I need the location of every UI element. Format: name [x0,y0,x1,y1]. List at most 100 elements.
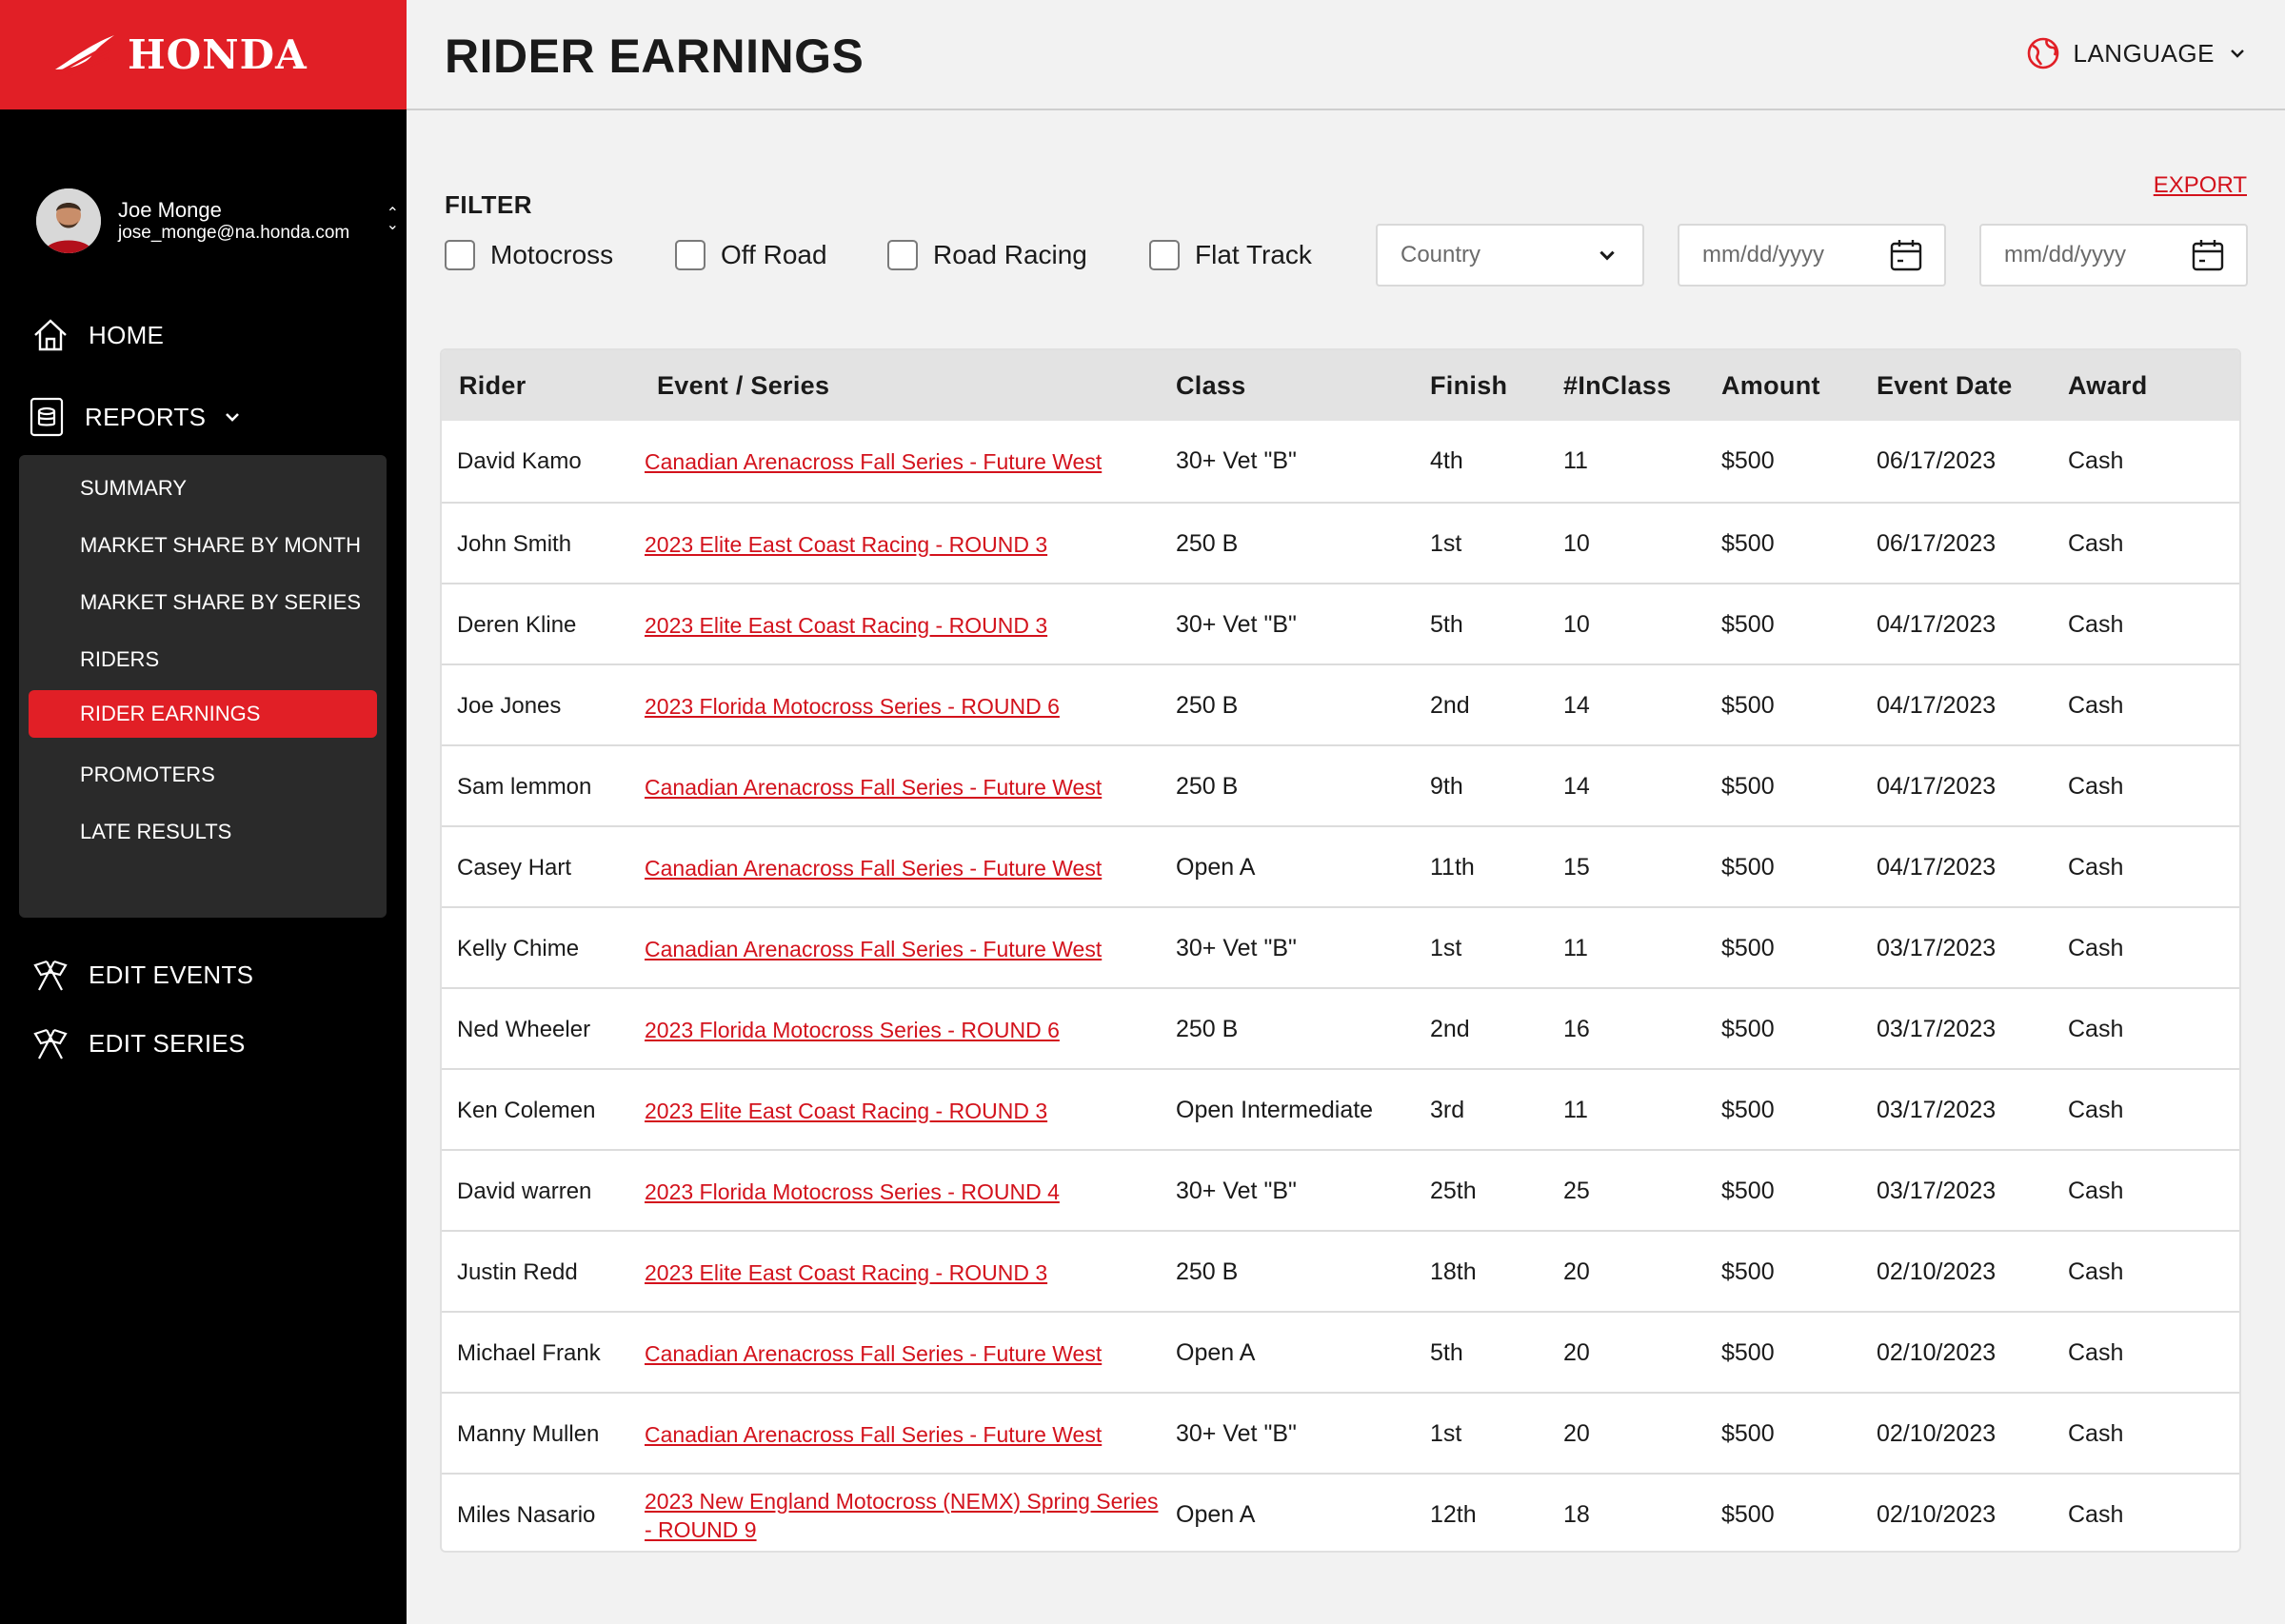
inclass-cell: 11 [1563,447,1588,474]
checkbox-label: Off Road [721,240,827,269]
event-series-link[interactable]: Canadian Arenacross Fall Series - Future… [645,773,1102,802]
table-row[interactable]: Joe Jones 2023 Florida Motocross Series -… [442,663,2239,744]
nav-edit-events[interactable]: EDIT EVENTS [0,946,407,1003]
event-series-link[interactable]: 2023 New England Motocross (NEMX) Spring… [645,1487,1159,1544]
event-series-link[interactable]: 2023 Elite East Coast Racing - ROUND 3 [645,611,1047,640]
checkbox[interactable] [887,240,918,270]
avatar [36,188,101,253]
inclass-cell: 11 [1563,1097,1588,1123]
table-row[interactable]: David warren 2023 Florida Motocross Serie… [442,1149,2239,1230]
event-series-cell: 2023 Elite East Coast Racing - ROUND 3 [645,1232,1159,1313]
event-series-link[interactable]: Canadian Arenacross Fall Series - Future… [645,854,1102,882]
table-row[interactable]: Casey Hart Canadian Arenacross Fall Serie… [442,825,2239,906]
table-row[interactable]: Ned Wheeler 2023 Florida Motocross Series… [442,987,2239,1068]
table-row[interactable]: Ken Colemen 2023 Elite East Coast Racing … [442,1068,2239,1149]
column-header-class[interactable]: Class [1176,371,1246,401]
event-series-link[interactable]: 2023 Florida Motocross Series - ROUND 6 [645,1016,1060,1044]
start-date-field[interactable]: mm/dd/yyyy [1678,224,1946,287]
amount-cell: $500 [1721,1420,1775,1447]
column-header-event-date[interactable]: Event Date [1877,371,2013,401]
table-row[interactable]: Kelly Chime Canadian Arenacross Fall Seri… [442,906,2239,987]
nav-edit-series[interactable]: EDIT SERIES [0,1015,407,1072]
award-cell: Cash [2068,1420,2124,1447]
finish-cell: 9th [1430,773,1463,800]
page-title: RIDER EARNINGS [445,30,864,83]
column-header-amount[interactable]: Amount [1721,371,1820,401]
table-row[interactable]: Justin Redd 2023 Elite East Coast Racing … [442,1230,2239,1311]
award-cell: Cash [2068,1178,2124,1204]
submenu-riders[interactable]: RIDERS [29,636,377,683]
checkbox[interactable] [675,240,705,270]
checkbox[interactable] [1149,240,1180,270]
table-row[interactable]: David Kamo Canadian Arenacross Fall Serie… [442,421,2239,502]
finish-cell: 1st [1430,935,1462,961]
table-row[interactable]: Sam lemmon Canadian Arenacross Fall Serie… [442,744,2239,825]
submenu-market-share-by-month[interactable]: MARKET SHARE BY MONTH [29,522,377,569]
filter-motocross[interactable]: Motocross [445,240,613,270]
class-cell: 250 B [1176,530,1239,557]
event-date-cell: 04/17/2023 [1877,611,1997,638]
rider-name-cell: Joe Jones [457,692,562,719]
column-header-award[interactable]: Award [2068,371,2148,401]
filter-flat-track[interactable]: Flat Track [1149,240,1312,270]
nav-home[interactable]: HOME [0,307,407,364]
country-select[interactable]: Country [1376,224,1644,287]
finish-cell: 25th [1430,1178,1477,1204]
finish-cell: 5th [1430,611,1463,638]
checkered-flags-icon [30,954,71,996]
calendar-icon[interactable] [2191,238,2225,272]
event-series-link[interactable]: 2023 Elite East Coast Racing - ROUND 3 [645,530,1047,559]
event-series-cell: 2023 Florida Motocross Series - ROUND 6 [645,665,1159,746]
event-series-cell: Canadian Arenacross Fall Series - Future… [645,908,1159,989]
brand-header[interactable]: HONDA [0,0,407,109]
event-series-link[interactable]: Canadian Arenacross Fall Series - Future… [645,1339,1102,1368]
submenu-rider-earnings[interactable]: RIDER EARNINGS [29,690,377,738]
nav-reports[interactable]: REPORTS [0,388,407,446]
submenu-promoters[interactable]: PROMOTERS [29,751,377,799]
filter-road-racing[interactable]: Road Racing [887,240,1087,270]
event-series-link[interactable]: 2023 Florida Motocross Series - ROUND 4 [645,1178,1060,1206]
class-cell: 30+ Vet "B" [1176,1178,1297,1204]
submenu-market-share-by-series[interactable]: MARKET SHARE BY SERIES [29,579,377,626]
event-date-cell: 03/17/2023 [1877,1178,1997,1204]
inclass-cell: 20 [1563,1258,1590,1285]
table-row[interactable]: John Smith 2023 Elite East Coast Racing -… [442,502,2239,583]
table-row[interactable]: Manny Mullen Canadian Arenacross Fall Ser… [442,1392,2239,1473]
event-series-link[interactable]: 2023 Elite East Coast Racing - ROUND 3 [645,1258,1047,1287]
inclass-cell: 16 [1563,1016,1590,1042]
event-series-link[interactable]: Canadian Arenacross Fall Series - Future… [645,1420,1102,1449]
event-series-cell: 2023 Elite East Coast Racing - ROUND 3 [645,584,1159,665]
filter-off-road[interactable]: Off Road [675,240,827,270]
column-header-rider[interactable]: Rider [459,371,527,401]
class-cell: 30+ Vet "B" [1176,447,1297,474]
submenu-late-results[interactable]: LATE RESULTS [29,808,377,856]
finish-cell: 1st [1430,530,1462,557]
amount-cell: $500 [1721,447,1775,474]
class-cell: 30+ Vet "B" [1176,1420,1297,1447]
user-profile[interactable]: Joe Monge jose_monge@na.honda.com ⌃ ⌄ [36,188,407,254]
event-series-link[interactable]: Canadian Arenacross Fall Series - Future… [645,935,1102,963]
calendar-icon[interactable] [1889,238,1923,272]
user-menu-toggle-icon[interactable]: ⌃ ⌄ [387,207,399,233]
rider-name-cell: Justin Redd [457,1258,578,1285]
language-selector[interactable]: LANGUAGE [2026,36,2248,70]
amount-cell: $500 [1721,1097,1775,1123]
rider-name-cell: David warren [457,1178,592,1204]
column-header-event-series[interactable]: Event / Series [657,371,829,401]
event-series-cell: Canadian Arenacross Fall Series - Future… [645,827,1159,908]
inclass-cell: 11 [1563,935,1588,961]
column-header-inclass[interactable]: #InClass [1563,371,1671,401]
rider-name-cell: Sam lemmon [457,773,592,800]
column-header-finish[interactable]: Finish [1430,371,1507,401]
event-series-link[interactable]: 2023 Elite East Coast Racing - ROUND 3 [645,1097,1047,1125]
event-series-link[interactable]: Canadian Arenacross Fall Series - Future… [645,447,1102,476]
submenu-summary[interactable]: SUMMARY [29,465,377,512]
table-row[interactable]: Michael Frank Canadian Arenacross Fall Se… [442,1311,2239,1392]
event-series-link[interactable]: 2023 Florida Motocross Series - ROUND 6 [645,692,1060,721]
nav-edit-events-label: EDIT EVENTS [89,960,254,989]
end-date-field[interactable]: mm/dd/yyyy [1979,224,2248,287]
checkbox[interactable] [445,240,475,270]
table-row[interactable]: Miles Nasario 2023 New England Motocross … [442,1473,2239,1551]
export-link[interactable]: EXPORT [2154,172,2247,199]
table-row[interactable]: Deren Kline 2023 Elite East Coast Racing … [442,583,2239,663]
